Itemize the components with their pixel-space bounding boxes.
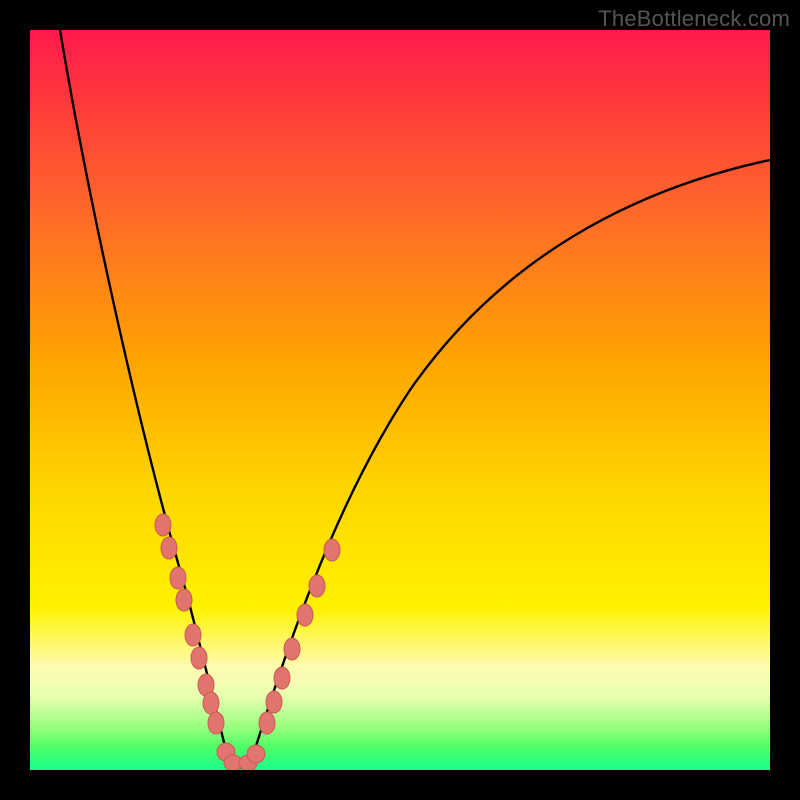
curve-layer	[30, 30, 770, 770]
marker	[309, 575, 325, 597]
plot-area	[30, 30, 770, 770]
marker	[203, 692, 219, 714]
marker	[297, 604, 313, 626]
marker	[161, 537, 177, 559]
chart-stage: TheBottleneck.com	[0, 0, 800, 800]
watermark-text: TheBottleneck.com	[598, 6, 790, 32]
right-branch-curve	[250, 160, 770, 765]
marker	[324, 539, 340, 561]
markers-group	[155, 514, 340, 770]
marker	[155, 514, 171, 536]
marker	[170, 567, 186, 589]
marker	[259, 712, 275, 734]
marker	[266, 691, 282, 713]
marker	[247, 745, 265, 763]
marker	[208, 712, 224, 734]
marker	[176, 589, 192, 611]
marker	[274, 667, 290, 689]
marker	[185, 624, 201, 646]
marker	[284, 638, 300, 660]
marker	[191, 647, 207, 669]
